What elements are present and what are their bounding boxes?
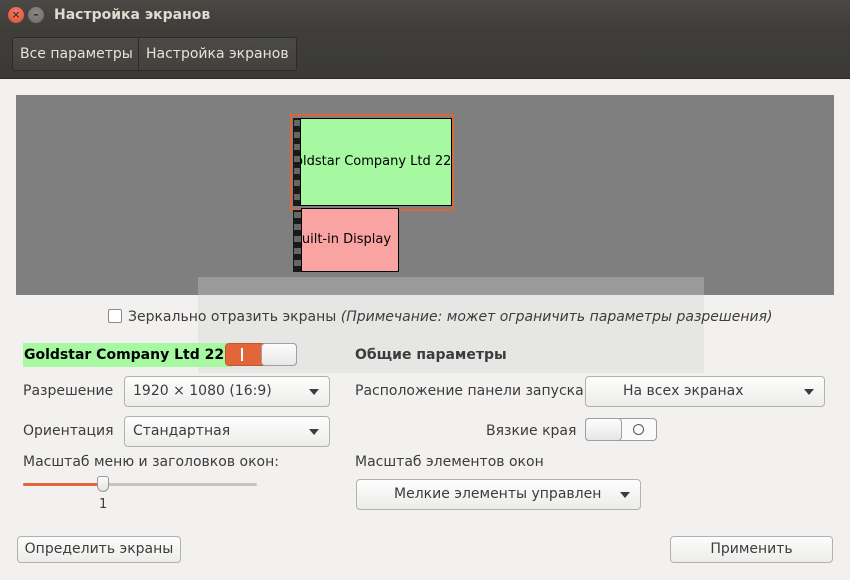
- mirror-note: (Примечание: может ограничить параметры …: [340, 309, 773, 325]
- menu-scale-label: Масштаб меню и заголовков окон:: [23, 454, 279, 470]
- chevron-down-icon: [309, 389, 319, 395]
- monitor-label: Goldstar Company Ltd 22": [301, 154, 452, 169]
- detect-displays-button[interactable]: Определить экраны: [17, 536, 181, 563]
- window-title: Настройка экранов: [54, 7, 211, 23]
- resolution-dropdown[interactable]: 1920 × 1080 (16:9): [124, 376, 330, 407]
- toolbar: Все параметры Настройка экранов: [0, 31, 850, 79]
- apply-button[interactable]: Применить: [670, 536, 833, 563]
- menu-scale-value: 1: [99, 497, 108, 512]
- sticky-edges-label: Вязкие края: [486, 423, 577, 439]
- chevron-down-icon: [309, 429, 319, 435]
- window-scale-label: Масштаб элементов окон: [355, 454, 544, 470]
- breadcrumb-displays[interactable]: Настройка экранов: [138, 37, 297, 71]
- displays-panel: Goldstar Company Ltd 22" Built-in Displa…: [0, 80, 850, 580]
- monitor-built-in[interactable]: Built-in Display: [301, 208, 399, 272]
- chevron-down-icon: [804, 389, 814, 395]
- menu-scale-slider-track[interactable]: [23, 483, 257, 486]
- monitor-arrangement-area[interactable]: Goldstar Company Ltd 22" Built-in Displa…: [16, 95, 834, 295]
- resolution-value: 1920 × 1080 (16:9): [133, 383, 272, 399]
- resolution-label: Разрешение: [23, 383, 114, 399]
- launcher-placement-label: Расположение панели запуска: [355, 383, 584, 399]
- window-scale-value: Мелкие элементы управлен: [394, 486, 602, 502]
- selected-display-name: Goldstar Company Ltd 22": [23, 343, 233, 367]
- monitor-goldstar[interactable]: Goldstar Company Ltd 22": [300, 118, 452, 206]
- display-enabled-switch[interactable]: [225, 343, 297, 366]
- orientation-dropdown[interactable]: Стандартная: [124, 416, 330, 447]
- mirror-displays-option[interactable]: Зеркально отразить экраны (Примечание: м…: [108, 309, 772, 325]
- close-icon: ×: [11, 8, 21, 21]
- title-bar: × – Настройка экранов: [0, 0, 850, 31]
- minimize-window-button[interactable]: –: [28, 7, 44, 23]
- menu-scale-slider-handle[interactable]: [97, 476, 109, 492]
- launcher-placement-dropdown[interactable]: На всех экранах: [585, 376, 825, 407]
- orientation-value: Стандартная: [133, 423, 231, 439]
- mirror-checkbox[interactable]: [108, 309, 122, 323]
- chevron-down-icon: [620, 492, 630, 498]
- general-settings-heading: Общие параметры: [355, 347, 507, 363]
- minimize-icon: –: [33, 8, 39, 21]
- breadcrumb-all-settings[interactable]: Все параметры: [12, 37, 141, 71]
- window-scale-dropdown[interactable]: Мелкие элементы управлен: [356, 479, 641, 510]
- orientation-label: Ориентация: [23, 423, 114, 439]
- close-window-button[interactable]: ×: [8, 7, 24, 23]
- sticky-edges-switch[interactable]: [585, 418, 657, 441]
- monitor-label: Built-in Display: [301, 232, 392, 247]
- launcher-placement-value: На всех экранах: [623, 383, 744, 399]
- mirror-label: Зеркально отразить экраны: [128, 309, 337, 325]
